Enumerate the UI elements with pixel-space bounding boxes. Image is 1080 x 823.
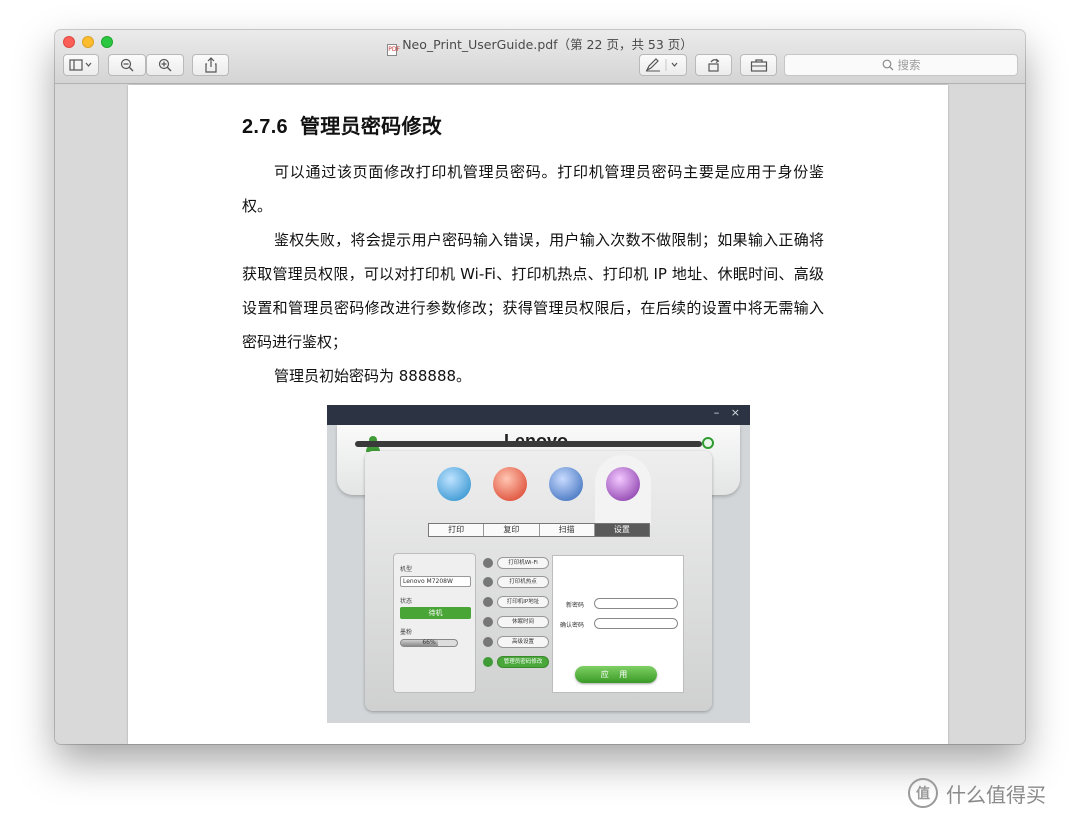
chevron-down-icon <box>671 62 678 67</box>
mode-tabs: 打印 复印 扫描 设置 <box>428 523 650 537</box>
toolbox-button[interactable] <box>740 54 777 76</box>
advanced-icon <box>483 637 493 647</box>
title-bar: PDF Neo_Print_UserGuide.pdf（第 22 页，共 53 页… <box>55 30 1025 84</box>
tab-copy: 复印 <box>484 524 540 536</box>
pen-icon <box>645 58 678 72</box>
menu-advanced: 高级设置 <box>497 636 549 648</box>
screenshot-titlebar: – × <box>327 405 750 425</box>
confirm-password-label: 确认密码 <box>560 622 585 629</box>
search-field[interactable]: 搜索 <box>784 54 1018 76</box>
copy-mode-icon <box>493 467 527 501</box>
rotate-button[interactable] <box>695 54 732 76</box>
window-title: PDF Neo_Print_UserGuide.pdf（第 22 页，共 53 页… <box>55 34 1025 56</box>
menu-wifi: 打印机Wi-Fi <box>497 557 549 569</box>
zoom-in-icon <box>158 58 172 72</box>
preview-window: PDF Neo_Print_UserGuide.pdf（第 22 页，共 53 页… <box>55 30 1025 744</box>
status-label: 状态 <box>400 598 413 605</box>
apply-button: 应 用 <box>575 666 657 683</box>
search-placeholder: 搜索 <box>897 58 921 72</box>
watermark-text: 什么值得买 <box>946 782 1046 807</box>
watermark: 值 什么值得买 <box>908 778 1046 808</box>
gear-icon <box>606 467 640 501</box>
sleep-icon <box>483 617 493 627</box>
toolbox-icon <box>750 59 767 72</box>
section-heading: 2.7.6 管理员密码修改 <box>242 110 442 139</box>
hotspot-icon <box>483 577 493 587</box>
status-badge: 待机 <box>400 607 471 619</box>
printer-slot <box>355 441 702 447</box>
globe-icon <box>483 597 493 607</box>
menu-ip-address: 打印机IP地址 <box>497 596 549 608</box>
paragraph-2: 鉴权失败，将会提示用户密码输入错误，用户输入次数不做限制；如果输入正确将获取管理… <box>242 231 824 351</box>
pdf-document-icon: PDF <box>387 44 400 56</box>
model-select: Lenovo M7208W <box>400 576 471 587</box>
sidebar-toggle-button[interactable] <box>63 54 99 76</box>
zoom-out-icon <box>120 58 134 72</box>
tab-print: 打印 <box>429 524 485 536</box>
window-title-text: Neo_Print_UserGuide.pdf（第 22 页，共 53 页） <box>402 37 693 52</box>
confirm-password-input <box>594 618 678 629</box>
section-number: 2.7.6 <box>242 116 288 138</box>
markup-button[interactable] <box>639 54 687 76</box>
tab-settings: 设置 <box>594 524 649 536</box>
screenshot-window-controls: – × <box>713 406 744 419</box>
rotate-icon <box>707 58 719 72</box>
tab-scan: 扫描 <box>540 524 595 536</box>
lock-icon <box>483 657 493 667</box>
toner-label: 墨粉 <box>400 629 413 636</box>
share-icon <box>204 57 217 73</box>
paragraph-3: 管理员初始密码为 888888。 <box>274 367 472 385</box>
menu-hotspot: 打印机热点 <box>497 576 549 588</box>
document-viewport[interactable]: 2.7.6 管理员密码修改 可以通过该页面修改打印机管理员密码。打印机管理员密码主… <box>55 85 1025 744</box>
new-password-input <box>594 598 678 609</box>
scan-mode-icon <box>549 467 583 501</box>
zoom-in-button[interactable] <box>146 54 184 76</box>
zoom-out-button[interactable] <box>108 54 146 76</box>
search-icon <box>882 59 893 71</box>
section-title: 管理员密码修改 <box>299 116 443 138</box>
embedded-app-screenshot: – × Lenovo. 打印 复印 扫描 设置 <box>327 405 750 723</box>
share-button[interactable] <box>192 54 229 76</box>
toner-percent: 66% <box>422 639 436 646</box>
new-password-label: 新密码 <box>566 602 585 609</box>
menu-admin-password: 管理员密码修改 <box>497 656 549 668</box>
print-mode-icon <box>437 467 471 501</box>
power-icon <box>702 437 714 449</box>
menu-sleep-time: 休眠时间 <box>497 616 549 628</box>
pdf-page: 2.7.6 管理员密码修改 可以通过该页面修改打印机管理员密码。打印机管理员密码主… <box>128 85 948 744</box>
paragraph-1: 可以通过该页面修改打印机管理员密码。打印机管理员密码主要是应用于身份鉴权。 <box>242 163 824 215</box>
device-info-card: 机型 Lenovo M7208W 状态 待机 墨粉 66% <box>393 553 476 693</box>
watermark-logo: 值 <box>908 778 938 808</box>
model-label: 机型 <box>400 566 413 573</box>
sidebar-icon <box>69 59 92 71</box>
wifi-icon <box>483 558 493 568</box>
